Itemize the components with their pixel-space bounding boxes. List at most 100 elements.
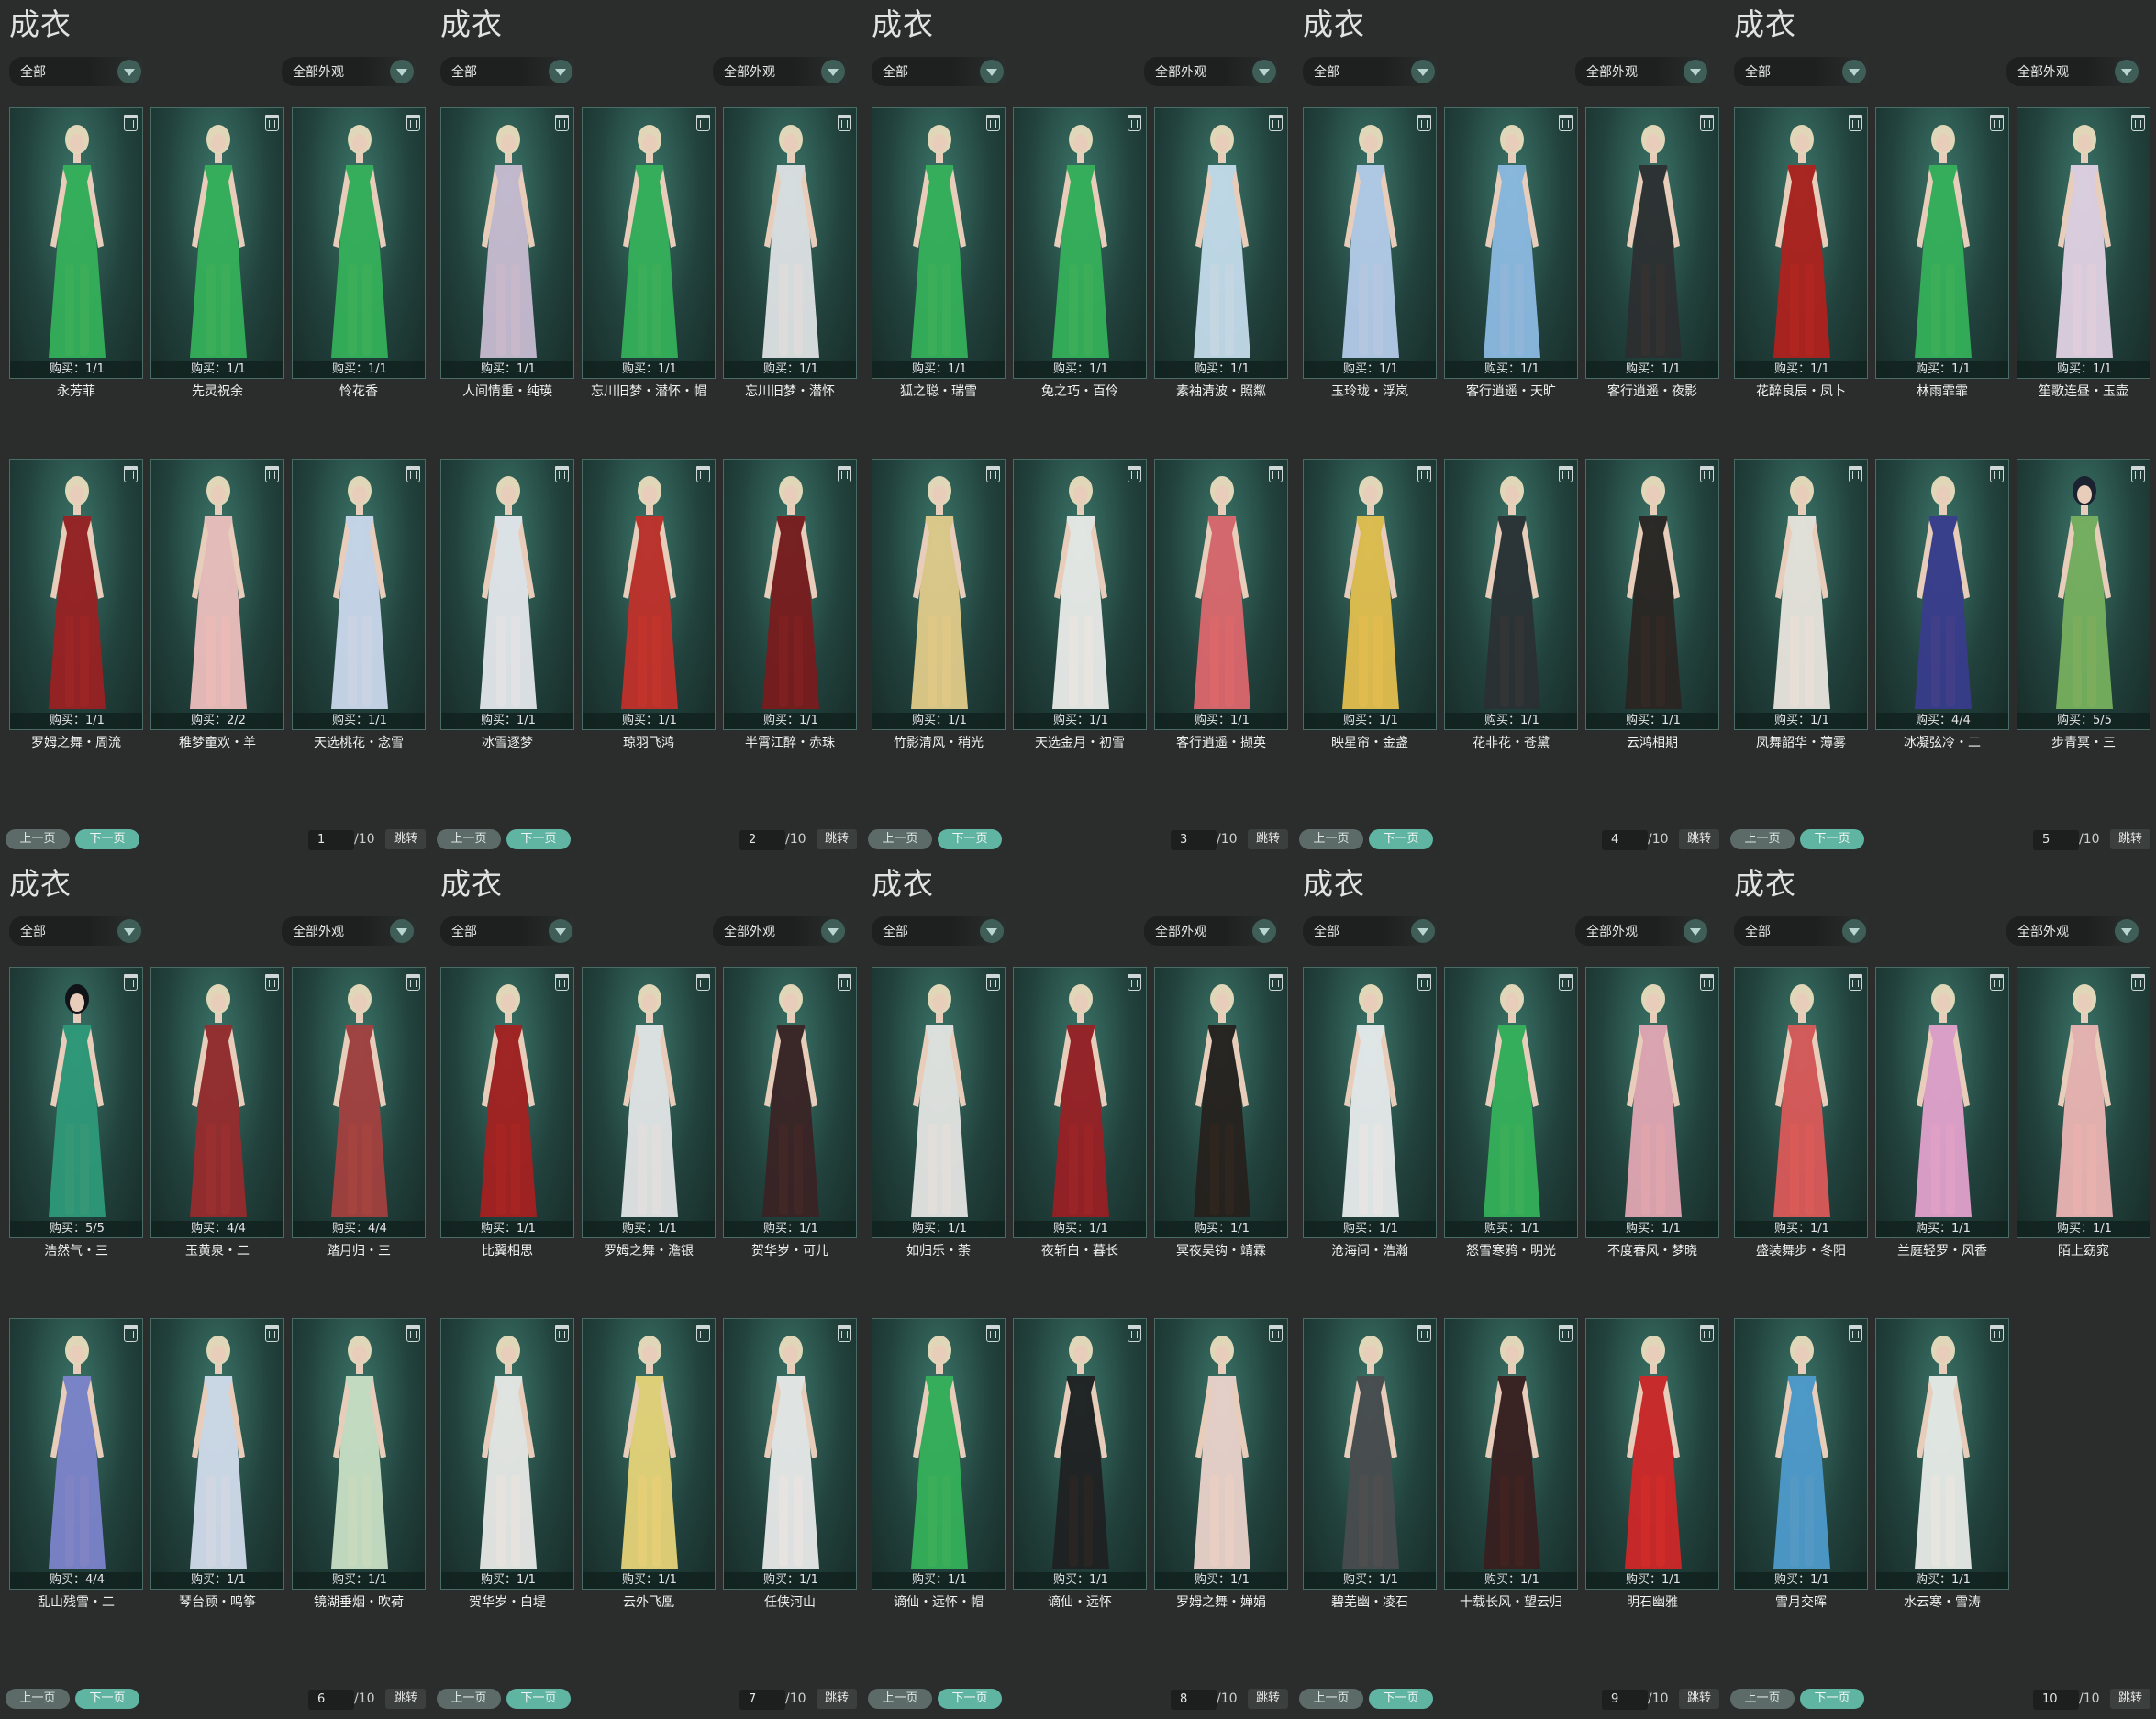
appearance-filter-dropdown[interactable]: 全部外观	[1144, 916, 1278, 946]
outfit-preview[interactable]: 购买：1/1	[1303, 107, 1437, 379]
outfit-preview[interactable]: 购买：1/1	[723, 459, 857, 730]
outfit-card[interactable]: 购买：1/1 客行逍遥・撷英	[1154, 459, 1288, 753]
outfit-preview[interactable]: 购买：1/1	[1585, 107, 1719, 379]
category-dropdown[interactable]: 全部	[872, 916, 1006, 946]
chevron-down-icon[interactable]	[117, 919, 141, 943]
outfit-card[interactable]: 购买：1/1 镜湖垂烟・吹荷	[292, 1318, 426, 1613]
outfit-card[interactable]: 购买：1/1 谪仙・远怀	[1013, 1318, 1147, 1613]
next-page-button[interactable]: 下一页	[1369, 1689, 1433, 1709]
chevron-down-icon[interactable]	[2115, 60, 2139, 83]
category-dropdown[interactable]: 全部	[1734, 916, 1868, 946]
outfit-card[interactable]: 购买：1/1 天选桃花・念雪	[292, 459, 426, 753]
outfit-preview[interactable]: 购买：4/4	[292, 967, 426, 1238]
category-dropdown[interactable]: 全部	[440, 57, 574, 86]
outfit-preview[interactable]: 购买：1/1	[582, 1318, 716, 1590]
trash-icon[interactable]	[124, 115, 138, 131]
outfit-card[interactable]: 购买：1/1 凤舞韶华・薄雾	[1734, 459, 1868, 753]
outfit-preview[interactable]: 购买：1/1	[1875, 107, 2009, 379]
trash-icon[interactable]	[1269, 1325, 1283, 1342]
outfit-card[interactable]: 购买：4/4 乱山残雪・二	[9, 1318, 143, 1613]
trash-icon[interactable]	[555, 1325, 569, 1342]
chevron-down-icon[interactable]	[390, 60, 414, 83]
outfit-card[interactable]: 购买：1/1 十载长风・望云归	[1444, 1318, 1578, 1613]
outfit-preview[interactable]: 购买：1/1	[1154, 459, 1288, 730]
outfit-preview[interactable]: 购买：1/1	[1585, 1318, 1719, 1590]
outfit-card[interactable]: 购买：1/1 笙歌连昼・玉壶	[2017, 107, 2150, 402]
trash-icon[interactable]	[2131, 974, 2145, 991]
appearance-filter-dropdown[interactable]: 全部外观	[1575, 916, 1709, 946]
jump-button[interactable]: 跳转	[817, 829, 857, 849]
jump-button[interactable]: 跳转	[2110, 829, 2150, 849]
chevron-down-icon[interactable]	[1842, 60, 1866, 83]
trash-icon[interactable]	[1128, 1325, 1141, 1342]
outfit-preview[interactable]: 购买：1/1	[1585, 967, 1719, 1238]
outfit-card[interactable]: 购买：1/1 琴台顾・鸣筝	[150, 1318, 284, 1613]
outfit-card[interactable]: 购买：5/5 步青冥・三	[2017, 459, 2150, 753]
jump-button[interactable]: 跳转	[385, 1689, 426, 1709]
outfit-card[interactable]: 购买：1/1 永芳菲	[9, 107, 143, 402]
next-page-button[interactable]: 下一页	[938, 1689, 1002, 1709]
chevron-down-icon[interactable]	[117, 60, 141, 83]
jump-button[interactable]: 跳转	[1679, 829, 1719, 849]
page-number-input[interactable]: 8	[1171, 1690, 1217, 1710]
chevron-down-icon[interactable]	[980, 919, 1004, 943]
outfit-preview[interactable]: 购买：1/1	[9, 459, 143, 730]
outfit-card[interactable]: 购买：1/1 忘川旧梦・潜怀	[723, 107, 857, 402]
trash-icon[interactable]	[265, 1325, 279, 1342]
outfit-preview[interactable]: 购买：1/1	[723, 967, 857, 1238]
chevron-down-icon[interactable]	[1842, 919, 1866, 943]
page-number-input[interactable]: 4	[1602, 830, 1648, 850]
trash-icon[interactable]	[1990, 1325, 2004, 1342]
outfit-card[interactable]: 购买：1/1 怒雪寒鸦・明光	[1444, 967, 1578, 1261]
category-dropdown[interactable]: 全部	[872, 57, 1006, 86]
outfit-preview[interactable]: 购买：1/1	[1444, 967, 1578, 1238]
outfit-card[interactable]: 购买：1/1 比翼相思	[440, 967, 574, 1261]
outfit-preview[interactable]: 购买：1/1	[1303, 967, 1437, 1238]
outfit-preview[interactable]: 购买：1/1	[1444, 459, 1578, 730]
outfit-preview[interactable]: 购买：1/1	[872, 459, 1006, 730]
outfit-preview[interactable]: 购买：1/1	[1875, 967, 2009, 1238]
outfit-card[interactable]: 购买：1/1 冥夜吴钩・靖霖	[1154, 967, 1288, 1261]
chevron-down-icon[interactable]	[549, 919, 572, 943]
outfit-card[interactable]: 购买：1/1 夜斩白・暮长	[1013, 967, 1147, 1261]
outfit-card[interactable]: 购买：1/1 云外飞凰	[582, 1318, 716, 1613]
outfit-preview[interactable]: 购买：5/5	[9, 967, 143, 1238]
chevron-down-icon[interactable]	[1684, 60, 1707, 83]
outfit-card[interactable]: 购买：1/1 先灵祝余	[150, 107, 284, 402]
outfit-card[interactable]: 购买：5/5 浩然气・三	[9, 967, 143, 1261]
prev-page-button[interactable]: 上一页	[868, 829, 932, 849]
trash-icon[interactable]	[1417, 1325, 1431, 1342]
outfit-preview[interactable]: 购买：4/4	[1875, 459, 2009, 730]
outfit-card[interactable]: 购买：1/1 狐之聪・瑞雪	[872, 107, 1006, 402]
outfit-preview[interactable]: 购买：1/1	[1154, 107, 1288, 379]
trash-icon[interactable]	[1128, 466, 1141, 482]
prev-page-button[interactable]: 上一页	[437, 829, 501, 849]
chevron-down-icon[interactable]	[1252, 919, 1276, 943]
outfit-card[interactable]: 购买：1/1 不度春风・梦晓	[1585, 967, 1719, 1261]
appearance-filter-dropdown[interactable]: 全部外观	[2006, 916, 2140, 946]
outfit-card[interactable]: 购买：1/1 天选金月・初雪	[1013, 459, 1147, 753]
trash-icon[interactable]	[124, 466, 138, 482]
outfit-card[interactable]: 购买：1/1 玉玲珑・浮岚	[1303, 107, 1437, 402]
outfit-card[interactable]: 购买：1/1 碧芜幽・凌石	[1303, 1318, 1437, 1613]
outfit-preview[interactable]: 购买：1/1	[292, 1318, 426, 1590]
outfit-preview[interactable]: 购买：1/1	[1013, 967, 1147, 1238]
outfit-preview[interactable]: 购买：1/1	[1734, 1318, 1868, 1590]
chevron-down-icon[interactable]	[1684, 919, 1707, 943]
trash-icon[interactable]	[838, 1325, 851, 1342]
outfit-card[interactable]: 购买：1/1 冰雪逐梦	[440, 459, 574, 753]
outfit-preview[interactable]: 购买：1/1	[1444, 107, 1578, 379]
outfit-preview[interactable]: 购买：4/4	[9, 1318, 143, 1590]
outfit-card[interactable]: 购买：2/2 稚梦童欢・羊	[150, 459, 284, 753]
outfit-card[interactable]: 购买：4/4 冰凝弦冷・二	[1875, 459, 2009, 753]
outfit-preview[interactable]: 购买：1/1	[440, 1318, 574, 1590]
outfit-preview[interactable]: 购买：4/4	[150, 967, 284, 1238]
chevron-down-icon[interactable]	[1411, 919, 1435, 943]
outfit-preview[interactable]: 购买：5/5	[2017, 459, 2150, 730]
prev-page-button[interactable]: 上一页	[868, 1689, 932, 1709]
trash-icon[interactable]	[124, 1325, 138, 1342]
jump-button[interactable]: 跳转	[1679, 1689, 1719, 1709]
outfit-preview[interactable]: 购买：1/1	[872, 1318, 1006, 1590]
prev-page-button[interactable]: 上一页	[1730, 829, 1795, 849]
outfit-card[interactable]: 购买：1/1 盛装舞步・冬阳	[1734, 967, 1868, 1261]
